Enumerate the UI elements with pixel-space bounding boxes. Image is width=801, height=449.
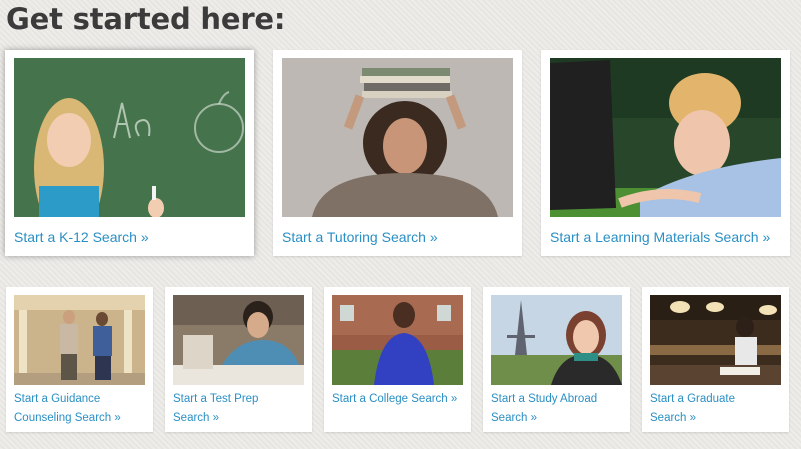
guidance-counseling-search-card[interactable]: Start a Guidance Counseling Search » xyxy=(6,287,153,432)
college-student-campus-photo xyxy=(332,295,463,385)
k12-search-link[interactable]: Start a K-12 Search » xyxy=(14,228,149,247)
graduate-link-line2: Search » xyxy=(650,412,697,424)
tutoring-search-card[interactable]: Start a Tutoring Search » xyxy=(273,50,522,256)
college-search-link[interactable]: Start a College Search » xyxy=(332,390,457,409)
girl-at-chalkboard-photo xyxy=(14,58,245,217)
students-walking-photo xyxy=(14,295,145,385)
college-link-line1: Start a College Search » xyxy=(332,393,458,405)
girl-balancing-books-photo xyxy=(282,58,513,217)
study-abroad-link-line1: Start a Study Abroad xyxy=(491,393,598,405)
tutoring-search-link[interactable]: Start a Tutoring Search » xyxy=(282,228,438,247)
test-prep-search-card[interactable]: Start a Test Prep Search » xyxy=(165,287,312,432)
learning-materials-search-card[interactable]: Start a Learning Materials Search » xyxy=(541,50,790,256)
graduate-search-card[interactable]: Start a Graduate Search » xyxy=(642,287,789,432)
graduate-link-line1: Start a Graduate xyxy=(650,393,736,405)
test-prep-search-link[interactable]: Start a Test Prep Search » xyxy=(173,390,258,428)
study-abroad-search-card[interactable]: Start a Study Abroad Search » xyxy=(483,287,630,432)
page-title: Get started here: xyxy=(6,2,286,36)
test-prep-link-line1: Start a Test Prep xyxy=(173,393,259,405)
guidance-counseling-link-line2: Counseling Search » xyxy=(14,412,121,424)
k12-search-card[interactable]: Start a K-12 Search » xyxy=(5,50,254,256)
guidance-counseling-search-link[interactable]: Start a Guidance Counseling Search » xyxy=(14,390,121,428)
learning-materials-search-link[interactable]: Start a Learning Materials Search » xyxy=(550,228,770,247)
college-search-card[interactable]: Start a College Search » xyxy=(324,287,471,432)
study-abroad-search-link[interactable]: Start a Study Abroad Search » xyxy=(491,390,597,428)
woman-with-laptop-photo xyxy=(550,58,781,217)
student-writing-exam-photo xyxy=(173,295,304,385)
student-eiffel-tower-photo xyxy=(491,295,622,385)
library-study-photo xyxy=(650,295,781,385)
guidance-counseling-link-line1: Start a Guidance xyxy=(14,393,101,405)
study-abroad-link-line2: Search » xyxy=(491,412,538,424)
test-prep-link-line2: Search » xyxy=(173,412,220,424)
graduate-search-link[interactable]: Start a Graduate Search » xyxy=(650,390,735,428)
